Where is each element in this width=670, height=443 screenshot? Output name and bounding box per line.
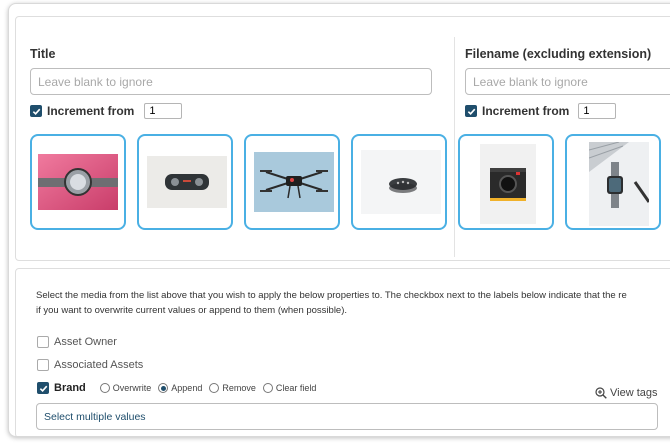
filename-increment-input[interactable] <box>578 103 617 119</box>
title-input[interactable] <box>30 68 432 95</box>
radio-overwrite-circle[interactable] <box>99 383 110 393</box>
filename-label: Filename (excluding extension) <box>465 47 652 61</box>
brand-multi-select[interactable]: Select multiple values <box>36 403 658 430</box>
zoom-plus-icon <box>595 387 607 399</box>
title-increment-label: Increment from <box>47 104 135 118</box>
naming-panel: Title Increment from Filename (excluding… <box>15 16 670 261</box>
bulk-edit-window: Title Increment from Filename (excluding… <box>8 3 670 437</box>
filename-increment-checkbox[interactable] <box>465 105 477 117</box>
filename-increment-row: Increment from <box>465 103 617 119</box>
radio-overwrite[interactable]: Overwrite <box>99 383 152 393</box>
title-increment-row: Increment from <box>30 103 183 119</box>
wristwatch-photo <box>38 154 118 210</box>
panel-divider <box>454 37 455 257</box>
multi-select-placeholder: Select multiple values <box>44 410 146 423</box>
properties-panel: Select the media from the list above tha… <box>15 268 670 436</box>
filename-input[interactable] <box>465 68 670 95</box>
title-increment-checkbox[interactable] <box>30 105 42 117</box>
instructions-line-2: if you want to overwrite current values … <box>36 305 348 316</box>
property-row-brand: Brand Overwrite Append Remove Clear fiel… <box>37 382 323 394</box>
media-thumb-camera[interactable] <box>458 134 554 230</box>
asset-owner-label: Asset Owner <box>54 336 117 348</box>
view-tags-link[interactable]: View tags <box>595 387 658 399</box>
media-thumb-drone[interactable] <box>244 134 340 230</box>
property-row-asset-owner: Asset Owner <box>37 336 117 348</box>
radio-clear-field-circle[interactable] <box>262 383 273 393</box>
media-thumb-laptop[interactable] <box>565 134 661 230</box>
associated-assets-checkbox[interactable] <box>37 359 49 371</box>
radio-append-label: Append <box>171 383 203 393</box>
brand-mode-group: Overwrite Append Remove Clear field <box>99 383 324 393</box>
instructions-text: Select the media from the list above tha… <box>36 288 670 318</box>
title-increment-input[interactable] <box>144 103 183 119</box>
radio-overwrite-label: Overwrite <box>112 383 152 393</box>
property-row-associated-assets: Associated Assets <box>37 359 143 371</box>
media-thumb-controller[interactable] <box>137 134 233 230</box>
brand-label: Brand <box>54 382 86 394</box>
view-tags-label: View tags <box>610 387 658 399</box>
radio-remove[interactable]: Remove <box>209 383 256 393</box>
brand-checkbox[interactable] <box>37 382 49 394</box>
asset-owner-checkbox[interactable] <box>37 336 49 348</box>
radio-append-circle[interactable] <box>158 383 169 393</box>
instructions-line-1: Select the media from the list above tha… <box>36 290 627 301</box>
radio-remove-label: Remove <box>222 383 256 393</box>
radio-clear-field[interactable]: Clear field <box>262 383 317 393</box>
media-thumb-speaker[interactable] <box>351 134 447 230</box>
associated-assets-label: Associated Assets <box>54 359 144 371</box>
filename-increment-label: Increment from <box>482 104 570 118</box>
instant-camera-photo <box>480 144 536 224</box>
radio-append[interactable]: Append <box>158 383 202 393</box>
radio-clear-field-label: Clear field <box>275 383 317 393</box>
game-controller-photo <box>147 156 227 208</box>
smart-speaker-photo <box>361 150 441 214</box>
title-label: Title <box>30 47 56 61</box>
radio-remove-circle[interactable] <box>209 383 220 393</box>
laptop-smartwatch-photo <box>589 142 649 226</box>
media-thumb-watch[interactable] <box>30 134 126 230</box>
drone-photo <box>254 152 334 212</box>
